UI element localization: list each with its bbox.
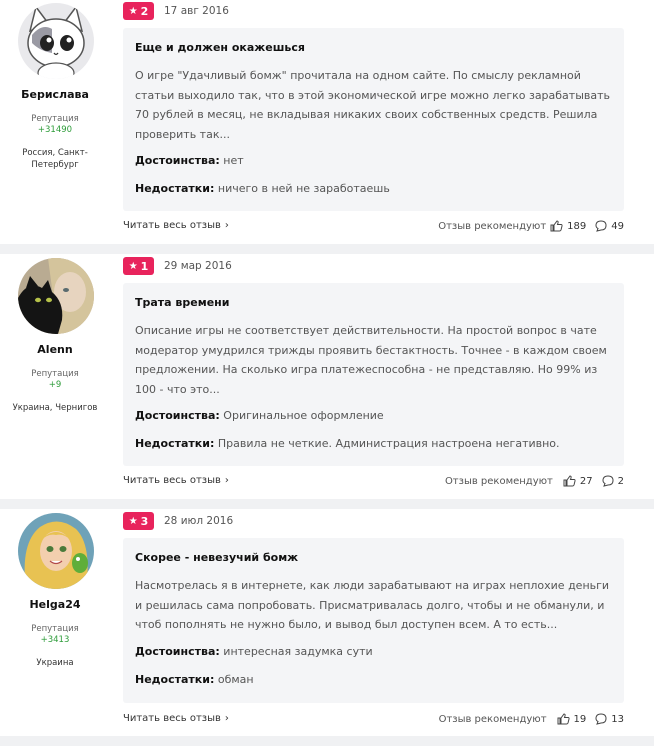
rating-badge: ★ 1 [123, 257, 154, 275]
review-body: Описание игры не соответствует действите… [135, 324, 607, 396]
review-separator [0, 244, 654, 254]
review-card[interactable]: Еще и должен окажешься О игре "Удачливый… [123, 28, 624, 211]
likes-count: 189 [567, 220, 587, 232]
review-title[interactable]: Скорее - невезучий бомж [135, 551, 612, 564]
reputation-label: Репутация [31, 624, 79, 634]
cat-avatar-image [18, 3, 94, 79]
rating-value: 2 [140, 4, 149, 18]
comments-count: 49 [611, 220, 624, 232]
read-more-link[interactable]: Читать весь отзыв › [123, 713, 229, 724]
pros-label: Достоинства: [135, 154, 220, 167]
cons-text: ничего в ней не заработаешь [217, 182, 390, 195]
thumbs-up-icon[interactable] [550, 220, 563, 232]
reputation-value: +9 [48, 380, 62, 390]
cons-label: Недостатки: [135, 182, 215, 195]
comment-icon[interactable] [595, 220, 607, 232]
comments-count: 2 [617, 475, 624, 487]
review-stats: Отзыв рекомендуют 189 49 [438, 220, 624, 232]
review-footer: Читать весь отзыв › Отзыв рекомендуют 189… [123, 220, 624, 234]
cons-label: Недостатки: [135, 672, 215, 686]
chevron-right-icon: › [224, 713, 229, 724]
rating-value: 1 [140, 259, 149, 273]
rating-value: 3 [140, 514, 149, 528]
likes-count: 27 [579, 475, 593, 487]
avatar[interactable] [18, 3, 94, 79]
user-city: Украина, Чернигов [12, 403, 98, 413]
cons-label: Недостатки: [135, 437, 215, 450]
comments-count: 13 [611, 713, 624, 725]
pros-text: Оригинальное оформление [223, 409, 384, 422]
pros-label: Достоинства: [135, 644, 220, 658]
thumbs-up-icon[interactable] [563, 475, 576, 487]
read-more-label: Читать весь отзыв [123, 220, 221, 231]
user-name[interactable]: Helga24 [0, 598, 110, 611]
read-more-link[interactable]: Читать весь отзыв › [123, 475, 229, 486]
likes-count: 19 [573, 713, 587, 725]
rating-badge: ★ 2 [123, 2, 154, 20]
chevron-right-icon: › [224, 475, 229, 486]
pros-label: Достоинства: [135, 409, 220, 422]
review-card[interactable]: Трата времени Описание игры не соответст… [123, 283, 624, 466]
review-item: Берислава Репутация +31490 Россия, Санкт… [0, 0, 654, 244]
avatar[interactable] [18, 258, 94, 334]
reputation-value: +31490 [37, 125, 73, 135]
star-icon: ★ [128, 260, 138, 272]
review-footer: Читать весь отзыв › Отзыв рекомендуют 27 … [123, 475, 624, 489]
comment-icon[interactable] [602, 475, 614, 487]
review-cons: Недостатки: Правила не четкие. Администр… [135, 437, 612, 450]
reputation-value: +3413 [40, 635, 70, 645]
reputation-label: Репутация [31, 114, 79, 124]
user-name[interactable]: Берислава [0, 88, 110, 101]
review-item: Alenn Репутация +9 Украина, Чернигов ★ 1… [0, 255, 654, 499]
recommend-label: Отзыв рекомендуют [438, 713, 547, 725]
review-separator [0, 736, 654, 746]
pros-text: интересная задумка сути [223, 644, 373, 658]
review-body: Насмотрелась я в интернете, как люди зар… [135, 579, 610, 631]
recommend-label: Отзыв рекомендуют [438, 220, 547, 232]
read-more-link[interactable]: Читать весь отзыв › [123, 220, 229, 231]
review-cons: Недостатки: обман [135, 673, 612, 686]
read-more-label: Читать весь отзыв [123, 475, 221, 486]
review-stats: Отзыв рекомендуют 27 2 [445, 475, 624, 487]
read-more-label: Читать весь отзыв [123, 713, 221, 724]
avatar[interactable] [18, 513, 94, 589]
girl-with-cat-avatar-image [18, 258, 94, 334]
recommend-label: Отзыв рекомендуют [444, 475, 553, 487]
review-pros: Достоинства: нет [135, 154, 612, 167]
review-pros: Достоинства: интересная задумка сути [135, 645, 612, 658]
review-title[interactable]: Трата времени [135, 296, 612, 309]
review-stats: Отзыв рекомендуют 19 13 [439, 713, 624, 725]
user-name[interactable]: Alenn [0, 343, 110, 356]
chevron-right-icon: › [224, 220, 229, 231]
pros-text: нет [223, 154, 244, 167]
review-title[interactable]: Еще и должен окажешься [135, 41, 612, 54]
review-cons: Недостатки: ничего в ней не заработаешь [135, 182, 612, 195]
reputation-label: Репутация [31, 369, 79, 379]
review-separator [0, 499, 654, 509]
review-pros: Достоинства: Оригинальное оформление [135, 409, 612, 422]
review-item: Helga24 Репутация +3413 Украина ★ 3 28 и… [0, 510, 654, 736]
cons-text: обман [217, 672, 254, 686]
comment-icon[interactable] [595, 713, 607, 725]
review-date: 17 авг 2016 [164, 5, 229, 17]
review-date: 28 июл 2016 [164, 515, 234, 527]
rating-badge: ★ 3 [123, 512, 154, 530]
star-icon: ★ [128, 515, 138, 527]
review-card[interactable]: Скорее - невезучий бомж Насмотрелась я в… [123, 538, 624, 703]
cons-text: Правила не четкие. Администрация настрое… [217, 437, 560, 450]
star-icon: ★ [128, 5, 138, 17]
thumbs-up-icon[interactable] [557, 713, 570, 725]
princess-avatar-image [18, 513, 94, 589]
review-date: 29 мар 2016 [164, 260, 232, 272]
user-city: Украина [36, 658, 74, 668]
user-city: Россия, Санкт-Петербург [22, 148, 88, 170]
review-body: О игре "Удачливый бомж" прочитала на одн… [135, 69, 611, 141]
review-footer: Читать весь отзыв › Отзыв рекомендуют 19 … [123, 713, 624, 727]
